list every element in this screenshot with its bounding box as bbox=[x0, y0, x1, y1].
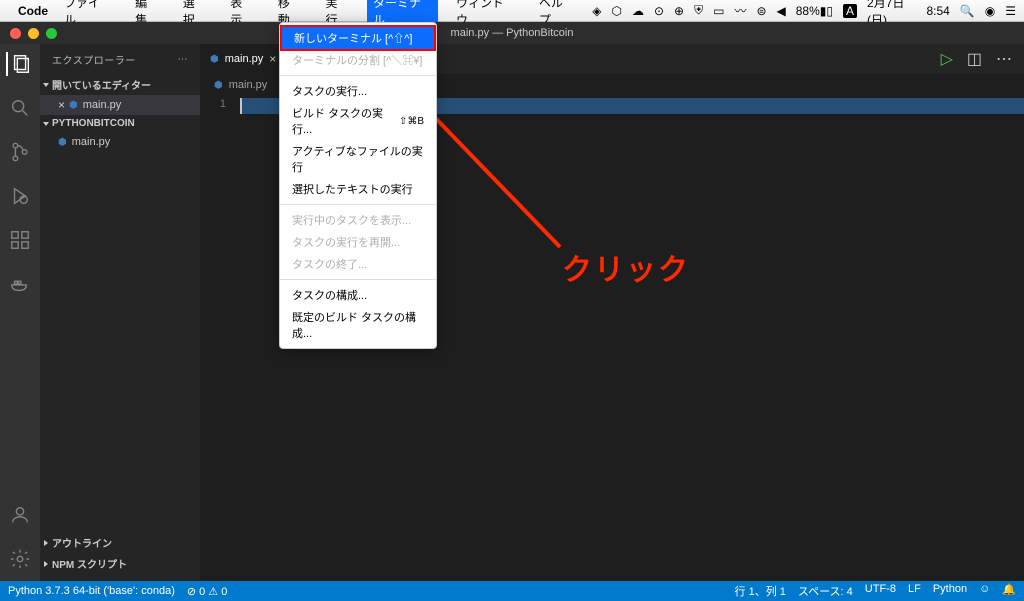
menubar-shield-icon[interactable]: ⛨ bbox=[694, 3, 703, 18]
sidebar: エクスプローラー ⋯ 開いているエディター × ⬢ main.py PYTHON… bbox=[40, 44, 200, 581]
menu-split-terminal: ターミナルの分割 [^＼⌘¥] bbox=[280, 49, 436, 71]
status-spaces[interactable]: スペース: 4 bbox=[798, 583, 853, 599]
menu-run-selected-text[interactable]: 選択したテキストの実行 bbox=[280, 178, 436, 200]
settings-gear-icon[interactable] bbox=[8, 547, 32, 571]
run-button-icon[interactable]: ▷ bbox=[941, 49, 953, 69]
menu-run-task[interactable]: タスクの実行... bbox=[280, 80, 436, 102]
menu-run-build-task[interactable]: ビルド タスクの実行...⇧⌘B bbox=[280, 102, 436, 140]
menubar-docker-icon[interactable]: ◈ bbox=[592, 4, 601, 18]
maximize-window-button[interactable] bbox=[46, 28, 57, 39]
app-name[interactable]: Code bbox=[18, 4, 48, 18]
terminal-menu-dropdown: 新しいターミナル [^⇧^] ターミナルの分割 [^＼⌘¥] タスクの実行...… bbox=[279, 22, 437, 349]
section-project[interactable]: PYTHONBITCOIN bbox=[40, 115, 200, 132]
search-icon[interactable] bbox=[8, 96, 32, 120]
menu-restart-task: タスクの実行を再開... bbox=[280, 231, 436, 253]
close-window-button[interactable] bbox=[10, 28, 21, 39]
sidebar-more-icon[interactable]: ⋯ bbox=[178, 54, 189, 65]
account-icon[interactable] bbox=[8, 503, 32, 527]
menubar-list-icon[interactable]: ☰ bbox=[1005, 4, 1016, 18]
menu-show-running-tasks: 実行中のタスクを表示... bbox=[280, 209, 436, 231]
activity-bar bbox=[0, 44, 40, 581]
menubar-cloud-icon[interactable]: ☁ bbox=[632, 4, 644, 18]
menubar-search-icon[interactable]: 🔍 bbox=[960, 4, 975, 18]
source-control-icon[interactable] bbox=[8, 140, 32, 164]
status-bell-icon[interactable]: 🔔 bbox=[1002, 583, 1016, 599]
status-encoding[interactable]: UTF-8 bbox=[865, 583, 896, 599]
menubar-time[interactable]: 8:54 bbox=[926, 4, 949, 18]
debug-icon[interactable] bbox=[8, 184, 32, 208]
more-actions-icon[interactable]: ⋯ bbox=[996, 49, 1012, 69]
line-gutter: 1 bbox=[200, 96, 240, 581]
section-outline[interactable]: アウトライン bbox=[40, 532, 200, 553]
menubar-wave-icon[interactable]: 〰 bbox=[734, 2, 746, 19]
status-feedback-icon[interactable]: ☺ bbox=[979, 583, 990, 599]
status-python[interactable]: Python 3.7.3 64-bit ('base': conda) bbox=[8, 585, 175, 597]
docker-icon[interactable] bbox=[8, 272, 32, 296]
menubar-chat-icon[interactable]: ⊕ bbox=[674, 4, 684, 18]
file-name: main.py bbox=[72, 136, 111, 148]
sidebar-title: エクスプローラー bbox=[52, 52, 136, 67]
menubar-display-icon[interactable]: ▭ bbox=[713, 4, 724, 18]
menubar-siri-icon[interactable]: ◉ bbox=[985, 4, 995, 18]
python-file-icon: ⬢ bbox=[214, 80, 223, 91]
extensions-icon[interactable] bbox=[8, 228, 32, 252]
menu-configure-task[interactable]: タスクの構成... bbox=[280, 284, 436, 306]
status-cursor-pos[interactable]: 行 1、列 1 bbox=[735, 583, 786, 599]
mac-menubar: Code ファイル 編集 選択 表示 移動 実行 ターミナル ウィンドウ ヘルプ… bbox=[0, 0, 1024, 22]
file-name: main.py bbox=[83, 99, 122, 111]
status-eol[interactable]: LF bbox=[908, 583, 921, 599]
menu-new-terminal[interactable]: 新しいターミナル [^⇧^] bbox=[282, 27, 434, 49]
status-language[interactable]: Python bbox=[933, 583, 967, 599]
status-problems[interactable]: ⊘ 0 ⚠ 0 bbox=[187, 585, 227, 598]
window-title: main.py — PythonBitcoin bbox=[451, 27, 574, 39]
menubar-wifi-icon[interactable]: ⊜ bbox=[756, 4, 766, 18]
menubar-volume-icon[interactable]: ◀ bbox=[777, 4, 786, 18]
split-editor-icon[interactable]: ◫ bbox=[967, 49, 982, 69]
menubar-cc-icon[interactable]: ⊙ bbox=[654, 4, 664, 18]
breadcrumb-file: main.py bbox=[229, 79, 268, 91]
menubar-dropbox-icon[interactable]: ⬡ bbox=[611, 4, 621, 18]
close-tab-icon[interactable]: × bbox=[269, 52, 276, 66]
menu-run-active-file[interactable]: アクティブなファイルの実行 bbox=[280, 140, 436, 178]
menubar-ime[interactable]: A bbox=[843, 4, 857, 18]
project-file[interactable]: ⬢ main.py bbox=[40, 132, 200, 152]
section-open-editors[interactable]: 開いているエディター bbox=[40, 74, 200, 95]
window-controls bbox=[0, 28, 57, 39]
close-icon[interactable]: × bbox=[58, 98, 65, 112]
python-file-icon: ⬢ bbox=[69, 100, 78, 111]
menu-terminate-task: タスクの終了... bbox=[280, 253, 436, 275]
menubar-battery[interactable]: 88% ▮▯ bbox=[796, 4, 833, 18]
tab-label: main.py bbox=[225, 53, 264, 65]
section-npm[interactable]: NPM スクリプト bbox=[40, 553, 200, 574]
minimize-window-button[interactable] bbox=[28, 28, 39, 39]
title-bar: main.py — PythonBitcoin bbox=[0, 22, 1024, 44]
python-file-icon: ⬢ bbox=[210, 54, 219, 65]
status-bar: Python 3.7.3 64-bit ('base': conda) ⊘ 0 … bbox=[0, 581, 1024, 601]
python-file-icon: ⬢ bbox=[58, 137, 67, 148]
open-editor-file[interactable]: × ⬢ main.py bbox=[40, 95, 200, 115]
sidebar-header: エクスプローラー ⋯ bbox=[40, 44, 200, 74]
explorer-icon[interactable] bbox=[6, 52, 32, 76]
menu-configure-default-build[interactable]: 既定のビルド タスクの構成... bbox=[280, 306, 436, 344]
